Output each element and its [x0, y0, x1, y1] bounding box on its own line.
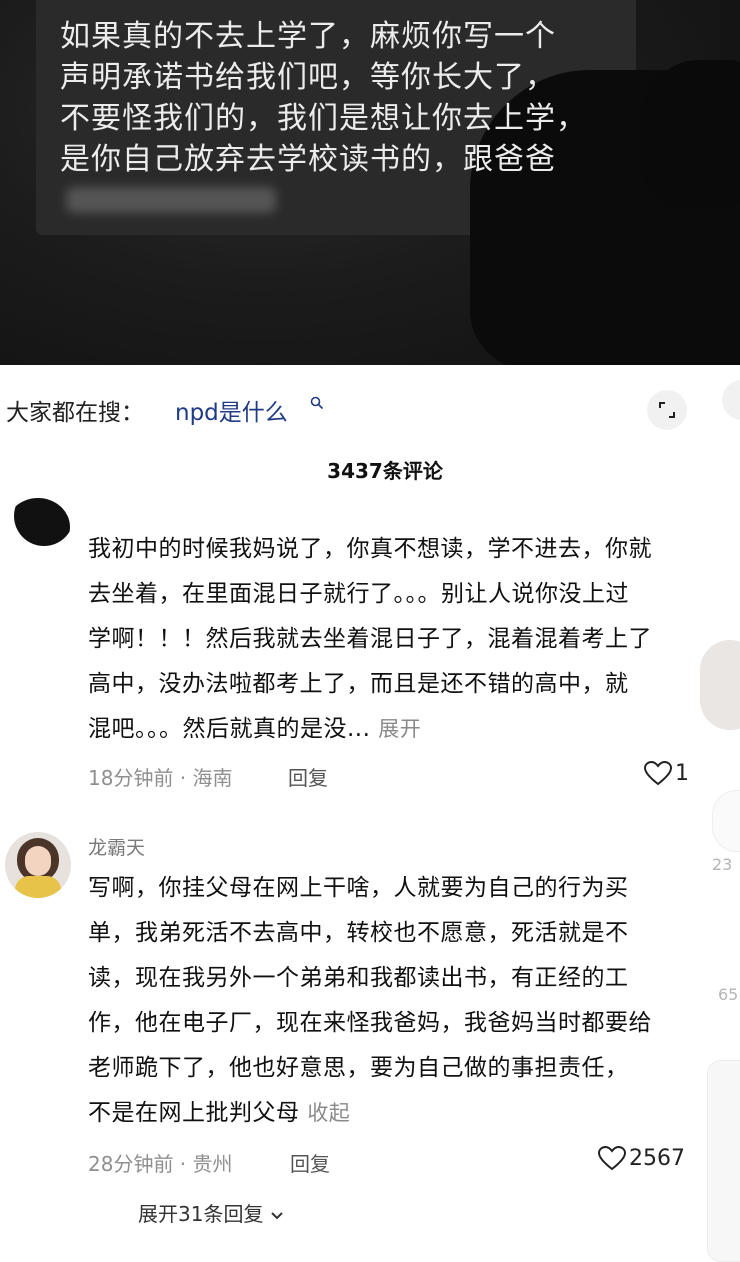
comment-line: 作，他在电子厂，现在来怪我爸妈，我爸妈当时都要给 — [88, 1010, 652, 1036]
comment-line: 我初中的时候我妈说了，你真不想读，学不进去，你就 — [88, 536, 652, 562]
avatar[interactable] — [5, 832, 71, 898]
edge-number: 23 — [712, 855, 733, 874]
comment-line: 写啊，你挂父母在网上干啥，人就要为自己的行为买 — [88, 875, 629, 901]
expand-replies-button[interactable]: 展开31条回复 — [138, 1198, 284, 1227]
comment-line: 学啊！！！然后我就去坐着混日子了，混着混着考上了 — [88, 626, 652, 652]
expand-replies-label: 展开31条回复 — [138, 1202, 264, 1226]
edge-overlay — [700, 640, 740, 730]
reply-button[interactable]: 回复 — [290, 1148, 330, 1177]
like-count: 2567 — [629, 1146, 685, 1171]
search-suggestion-bar[interactable]: 大家都在搜： npd是什么 — [0, 385, 740, 435]
expand-comment-link[interactable]: 展开 — [378, 717, 421, 741]
like-button[interactable]: 1 — [643, 760, 689, 786]
comment-username[interactable]: 龙霸天 — [88, 833, 145, 860]
comment-line-last: 混吧。。。然后就真的是没... 展开 — [88, 716, 422, 742]
like-count: 1 — [675, 761, 689, 786]
fullscreen-expand-icon[interactable] — [647, 390, 687, 430]
heart-icon — [643, 760, 675, 786]
video-caption: 如果真的不去上学了，麻烦你写一个 声明承诺书给我们吧，等你长大了， 不要怪我们的… — [60, 16, 620, 180]
comment-line: 去坐着，在里面混日子就行了。。。别让人说你没上过 — [88, 581, 629, 607]
caption-line: 不要怪我们的，我们是想让你去上学， — [60, 101, 587, 136]
like-button[interactable]: 2567 — [597, 1145, 685, 1171]
comment-line: 读，现在我另外一个弟弟和我都读出书，有正经的工 — [88, 965, 629, 991]
comment-count: 3437条评论 — [327, 459, 443, 483]
search-suggestion-term[interactable]: npd是什么 — [175, 393, 288, 427]
heart-icon — [597, 1145, 629, 1171]
avatar[interactable] — [6, 498, 70, 556]
reply-button[interactable]: 回复 — [288, 762, 328, 791]
blurred-caption-line — [66, 187, 276, 213]
edge-overlay — [707, 1060, 740, 1262]
hand-silhouette-top — [640, 60, 740, 210]
comment-body: 我初中的时候我妈说了，你真不想读，学不进去，你就 去坐着，在里面混日子就行了。。… — [88, 527, 740, 752]
search-suggestion-prefix: 大家都在搜： — [6, 400, 144, 426]
comment-line: 老师跪下了，他也好意思，要为自己做的事担责任， — [88, 1055, 629, 1081]
caption-line: 声明承诺书给我们吧，等你长大了， — [60, 60, 556, 95]
edge-overlay — [712, 790, 740, 852]
edge-number: 65 — [718, 985, 739, 1004]
video-frame[interactable]: 如果真的不去上学了，麻烦你写一个 声明承诺书给我们吧，等你长大了， 不要怪我们的… — [0, 0, 740, 365]
comment-line-last: 不是在网上批判父母 收起 — [88, 1100, 351, 1126]
collapse-comment-link[interactable]: 收起 — [307, 1101, 350, 1125]
comment-line: 单，我弟死活不去高中，转校也不愿意，死活就是不 — [88, 920, 629, 946]
caption-line: 如果真的不去上学了，麻烦你写一个 — [60, 19, 556, 54]
comment-line: 高中，没办法啦都考上了，而且是还不错的高中，就 — [88, 671, 629, 697]
comment-meta: 18分钟前 · 海南 — [88, 766, 233, 790]
comment-body: 写啊，你挂父母在网上干啥，人就要为自己的行为买 单，我弟死活不去高中，转校也不愿… — [88, 866, 740, 1136]
search-icon — [310, 395, 324, 414]
chevron-down-icon — [270, 1202, 284, 1226]
caption-line: 是你自己放弃去学校读书的，跟爸爸 — [60, 142, 556, 177]
comment-meta: 28分钟前 · 贵州 — [88, 1152, 233, 1176]
